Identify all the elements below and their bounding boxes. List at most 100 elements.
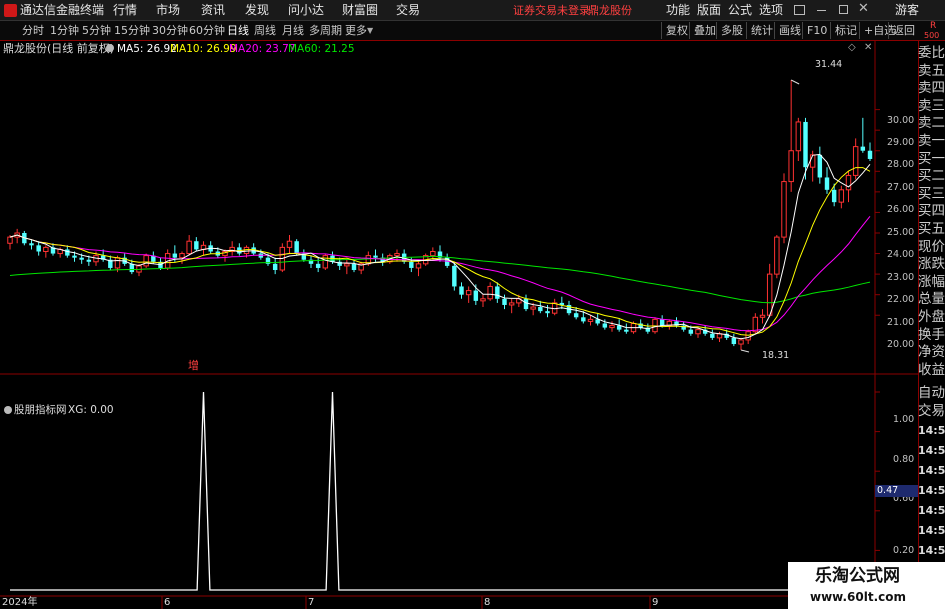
tab-more[interactable]: 更多 — [345, 23, 367, 38]
candle-body-down — [860, 146, 866, 151]
candle-body-down — [624, 329, 629, 332]
x-label-aug: 8 — [484, 597, 491, 608]
candle-body-up — [114, 257, 121, 269]
y-tick: 25.00 — [887, 227, 915, 238]
menu-banmian[interactable]: 版面 — [697, 2, 721, 18]
side-item: 卖五 — [918, 62, 945, 79]
menu-hangqing[interactable]: 行情 — [113, 2, 137, 18]
btn-duogu[interactable]: 多股 — [716, 22, 747, 39]
side-item: 收益 — [918, 361, 945, 378]
side-item: 涨幅 — [918, 273, 945, 290]
menu-bar: 通达信金融终端 行情 市场 资讯 发现 问小达 财富圈 交易 证券交易未登录 鼎… — [0, 0, 945, 21]
chart-marker-zeng: 增 — [188, 359, 199, 372]
y-tick: 20.00 — [887, 339, 915, 350]
menu-gongneng[interactable]: 功能 — [666, 2, 690, 18]
diamond-icon[interactable]: ◇ — [848, 42, 856, 54]
side-item: 委比 — [918, 45, 945, 61]
menu-xuanxiang[interactable]: 选项 — [759, 2, 783, 18]
tab-monthly[interactable]: 月线 — [282, 23, 304, 38]
chevron-down-icon[interactable]: ▼ — [367, 24, 373, 38]
menu-faxian[interactable]: 发现 — [245, 2, 269, 18]
candle-body-up — [430, 251, 436, 257]
candle-body-up — [745, 331, 751, 341]
candle-body-down — [831, 189, 837, 203]
btn-fuquan[interactable]: 复权 — [661, 22, 692, 39]
close-icon[interactable]: ✕ — [858, 1, 869, 17]
guest-label[interactable]: 游客 — [895, 2, 919, 18]
candle-body-up — [322, 255, 329, 269]
watermark: 乐淘公式网 www.60lt.com — [788, 562, 945, 609]
indicator-xg-value: XG: 0.00 — [68, 404, 114, 416]
trade-login-notice[interactable]: 证券交易未登录 — [513, 3, 590, 19]
candle-body-up — [752, 316, 759, 333]
menu-shichang[interactable]: 市场 — [156, 2, 180, 18]
y-tick: 28.00 — [887, 159, 915, 170]
y-tick: 22.00 — [887, 294, 915, 305]
candle-body-up — [609, 325, 615, 329]
candle-body-up — [43, 246, 49, 253]
tab-15min[interactable]: 15分钟 — [114, 23, 150, 38]
side-trade[interactable]: 交易 — [918, 402, 945, 420]
indicator-settings-icon[interactable] — [4, 406, 12, 414]
candle-body-down — [72, 255, 77, 258]
side-auto[interactable]: 自动 — [918, 384, 945, 402]
ind-y-tick: 0.80 — [893, 454, 915, 465]
candle-body-down — [315, 263, 321, 268]
tab-1min[interactable]: 1分钟 — [50, 23, 79, 38]
candle-body-up — [186, 240, 192, 255]
candle-body-down — [65, 249, 70, 256]
candle-body-down — [538, 307, 543, 312]
ma-settings-icon[interactable] — [106, 44, 114, 52]
corner-500-label: 500 — [924, 31, 940, 40]
tab-daily[interactable]: 日线 — [227, 23, 249, 38]
candle-body-down — [573, 313, 579, 318]
tab-5min[interactable]: 5分钟 — [82, 23, 111, 38]
menu-gongshi[interactable]: 公式 — [728, 2, 752, 18]
candle-body-down — [803, 121, 808, 168]
minimize-icon[interactable] — [817, 10, 826, 11]
tab-fenshi[interactable]: 分时 — [22, 23, 44, 38]
tab-multiperiod[interactable]: 多周期 — [309, 23, 342, 38]
candle-body-up — [788, 150, 794, 183]
candle-body-down — [731, 337, 737, 345]
chart-title: 鼎龙股份(日线 前复权) — [3, 42, 115, 55]
candle-body-up — [508, 302, 515, 306]
tab-60min[interactable]: 60分钟 — [189, 23, 225, 38]
max-pointer — [790, 79, 800, 85]
candle-body-up — [243, 246, 250, 255]
x-label-sep: 9 — [652, 597, 659, 608]
min-pointer — [740, 349, 750, 353]
btn-back[interactable]: 返回 — [888, 22, 919, 39]
menu-wenxiaoda[interactable]: 问小达 — [288, 2, 324, 18]
tab-30min[interactable]: 30分钟 — [152, 23, 188, 38]
btn-huaxian[interactable]: 画线 — [774, 22, 805, 39]
menu-jiaoyi[interactable]: 交易 — [396, 2, 420, 18]
side-item: 买二 — [918, 168, 945, 185]
candle-body-up — [738, 339, 744, 345]
menu-zixun[interactable]: 资讯 — [201, 2, 225, 18]
btn-f10[interactable]: F10 — [802, 22, 831, 39]
candle-body-down — [452, 265, 457, 287]
kline-chart[interactable] — [0, 41, 918, 609]
btn-tongji[interactable]: 统计 — [746, 22, 777, 39]
trade-time: 14:56 — [918, 504, 945, 517]
x-label-year: 2024年 — [2, 597, 38, 608]
candle-body-up — [795, 121, 802, 152]
candle-body-down — [581, 317, 586, 322]
candle-body-down — [36, 245, 41, 252]
tab-weekly[interactable]: 周线 — [254, 23, 276, 38]
candle-body-up — [415, 263, 422, 269]
candle-body-up — [487, 285, 493, 300]
maximize-icon[interactable] — [839, 5, 848, 14]
candle-body-down — [409, 261, 414, 268]
ind-y-tick: 0.20 — [893, 545, 915, 556]
max-price-label: 31.44 — [815, 59, 843, 70]
candle-body-down — [129, 263, 135, 273]
btn-biaoji[interactable]: 标记 — [830, 22, 861, 39]
close-pane-icon[interactable]: ✕ — [864, 42, 872, 54]
inbox-icon[interactable] — [794, 5, 805, 15]
candle-body-down — [523, 298, 529, 310]
trade-time: 14:56 — [918, 484, 945, 497]
min-price-label: 18.31 — [762, 350, 790, 361]
menu-caifuquan[interactable]: 财富圈 — [342, 2, 378, 18]
